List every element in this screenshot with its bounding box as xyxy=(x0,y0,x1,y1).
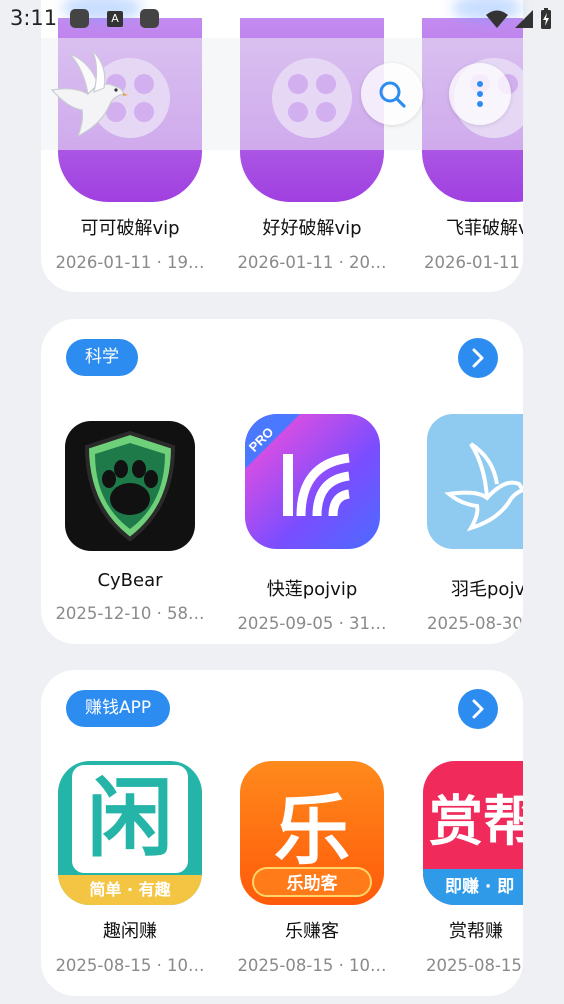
app-name: 赏帮赚 xyxy=(449,921,503,942)
category-tag[interactable]: 赚钱APP xyxy=(66,690,171,727)
status-bar: 3:11 A xyxy=(0,0,564,38)
app-name: CyBear xyxy=(97,570,163,591)
bear-paw-shield-icon xyxy=(65,421,195,551)
shangbangzhuan-logo-icon: 赏帮 即赚 · 即 xyxy=(423,761,523,905)
icon-subtitle: 即赚 · 即 xyxy=(423,869,523,905)
wifi-icon xyxy=(486,10,508,28)
app-section-card: 赚钱APP 闲 简单 · 有趣 趣闲赚 2025-08-15 · 10… 乐 乐… xyxy=(41,670,523,996)
feather-bird-icon xyxy=(427,414,523,549)
status-time: 3:11 xyxy=(10,6,58,30)
app-meta: 2025-12-10 · 58… xyxy=(55,604,205,623)
app-item[interactable]: PRO 快莲pojvip 2025-09-05 · 31… xyxy=(232,414,392,633)
more-vertical-icon xyxy=(477,81,483,107)
more-options-button[interactable] xyxy=(449,63,511,125)
app-meta: 2025-08-30 xyxy=(427,614,523,633)
app-item[interactable]: 羽毛pojv 2025-08-30 xyxy=(414,414,523,633)
see-more-button[interactable] xyxy=(458,338,498,378)
app-meta: 2025-08-15 · 10… xyxy=(237,956,387,975)
app-name: 快莲pojvip xyxy=(266,579,358,600)
app-item[interactable]: 赏帮 即赚 · 即 赏帮赚 2025-08-15 xyxy=(414,761,523,975)
status-icons xyxy=(486,8,552,30)
icon-glyph: 赏帮 xyxy=(429,790,523,853)
category-tag[interactable]: 科学 xyxy=(66,339,138,376)
app-name: 乐赚客 xyxy=(285,921,339,942)
app-name: 好好破解vip xyxy=(262,218,362,239)
app-name: 飞菲破解v xyxy=(446,218,523,239)
battery-icon xyxy=(541,8,551,29)
notification-icon xyxy=(70,9,89,28)
app-meta: 2026-01-11 · 20… xyxy=(237,253,387,272)
app-meta: 2025-08-15 xyxy=(426,956,522,975)
quxianzhuan-logo-icon: 闲 简单 · 有趣 xyxy=(58,761,202,905)
app-meta: 2026-01-11 · 19… xyxy=(55,253,205,272)
app-meta: 2025-09-05 · 31… xyxy=(237,614,387,633)
chevron-right-icon xyxy=(472,348,484,368)
chevron-right-icon xyxy=(472,699,484,719)
app-section-card: 科学 CyBear 2025-12-10 · 58… PRO 快莲pojvip … xyxy=(41,319,523,644)
app-name: 可可破解vip xyxy=(80,218,180,239)
see-more-button[interactable] xyxy=(458,689,498,729)
app-name: 趣闲赚 xyxy=(103,921,157,942)
app-item[interactable]: CyBear 2025-12-10 · 58… xyxy=(50,414,210,623)
search-icon xyxy=(379,81,406,108)
notification-icon xyxy=(140,9,159,28)
icon-subtitle: 简单 · 有趣 xyxy=(58,875,202,905)
lezhuanke-logo-icon: 乐 乐助客 xyxy=(240,761,384,905)
app-name: 羽毛pojv xyxy=(451,579,523,600)
kuailian-logo-icon: PRO xyxy=(244,414,380,549)
search-button[interactable] xyxy=(361,63,423,125)
icon-glyph: 闲 xyxy=(72,765,188,873)
icon-subtitle: 乐助客 xyxy=(252,867,372,897)
signal-icon xyxy=(515,10,533,28)
app-item[interactable]: 闲 简单 · 有趣 趣闲赚 2025-08-15 · 10… xyxy=(50,761,210,975)
app-item[interactable]: 乐 乐助客 乐赚客 2025-08-15 · 10… xyxy=(232,761,392,975)
notification-icon: A xyxy=(107,11,123,27)
icon-glyph: 乐 xyxy=(274,786,350,875)
app-meta: 2025-08-15 · 10… xyxy=(55,956,205,975)
dove-logo-icon xyxy=(44,49,128,140)
app-meta: 2026-01-11 xyxy=(424,253,520,272)
